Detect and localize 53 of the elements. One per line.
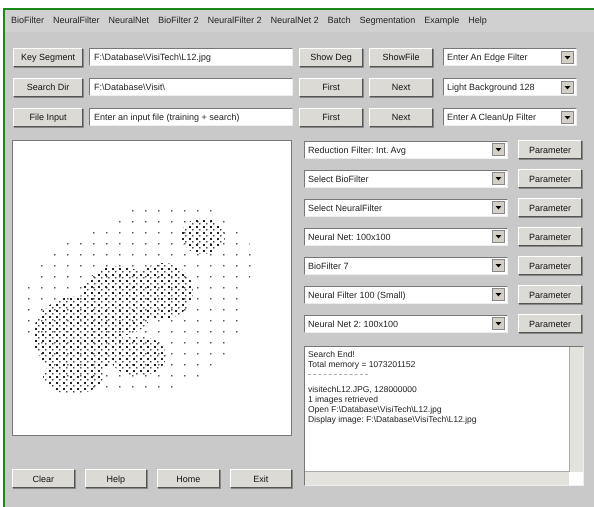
button[interactable]: Show Deg bbox=[299, 48, 363, 66]
dropdown[interactable]: Neural Filter 100 (Small) bbox=[304, 286, 508, 304]
dropdown[interactable]: Select NeuralFilter bbox=[304, 198, 508, 216]
dropdown[interactable]: Light Background 128 bbox=[443, 78, 577, 96]
menu-item[interactable]: NeuralNet 2 bbox=[270, 15, 319, 27]
menu-item[interactable]: Batch bbox=[328, 15, 351, 27]
button[interactable]: Parameter bbox=[518, 140, 582, 159]
button[interactable]: Key Segment bbox=[13, 48, 83, 66]
log-line: Display image: F:\Database\VisiTech\L12.jpg bbox=[308, 414, 478, 424]
menu-item[interactable]: Segmentation bbox=[360, 15, 416, 27]
vertical-scrollbar[interactable] bbox=[569, 347, 583, 472]
button[interactable]: Parameter bbox=[518, 198, 582, 217]
log-line: Search End! bbox=[308, 349, 356, 359]
button[interactable]: Parameter bbox=[518, 227, 582, 246]
button[interactable]: Exit bbox=[230, 469, 292, 488]
button[interactable]: Parameter bbox=[518, 314, 582, 333]
horizontal-scrollbar[interactable] bbox=[305, 471, 569, 485]
log-line: 1 images retrieved bbox=[308, 394, 379, 404]
dropdown[interactable]: Enter A CleanUp Filter bbox=[443, 108, 577, 126]
dropdown[interactable]: Reduction Filter: Int. Avg bbox=[304, 140, 508, 158]
separator-line bbox=[308, 374, 368, 375]
menu-item[interactable]: NeuralFilter 2 bbox=[208, 15, 262, 27]
button[interactable]: Parameter bbox=[518, 285, 582, 304]
menu-item[interactable]: BioFilter 2 bbox=[158, 15, 199, 27]
dropdown[interactable]: Enter An Edge Filter bbox=[443, 48, 577, 66]
button[interactable]: Search Dir bbox=[13, 78, 83, 96]
menu-item[interactable]: BioFilter bbox=[11, 15, 44, 27]
button[interactable]: First bbox=[299, 108, 363, 126]
button[interactable]: ShowFile bbox=[369, 48, 433, 66]
menu-item[interactable]: NeuralFilter bbox=[53, 15, 100, 27]
dropdown[interactable]: Neural Net 2: 100x100 bbox=[304, 314, 508, 332]
input-field[interactable]: F:\Database\VisiTech\L12.jpg bbox=[89, 48, 293, 66]
log-line: visitechL12.JPG, 128000000 bbox=[308, 384, 418, 394]
button[interactable]: Next bbox=[369, 108, 433, 126]
dropdown[interactable]: Select BioFilter bbox=[304, 170, 508, 188]
button[interactable]: Help bbox=[84, 469, 147, 488]
button[interactable]: Parameter bbox=[518, 256, 582, 275]
button[interactable]: Parameter bbox=[518, 169, 582, 188]
button[interactable]: Home bbox=[157, 469, 220, 488]
menu-item[interactable]: Help bbox=[468, 15, 487, 27]
input-field[interactable]: Enter an input file (training + search) bbox=[89, 108, 293, 126]
button[interactable]: File Input bbox=[13, 108, 83, 126]
button[interactable]: Next bbox=[369, 78, 433, 96]
dropdown[interactable]: Neural Net: 100x100 bbox=[304, 228, 508, 246]
button[interactable]: Clear bbox=[12, 469, 74, 488]
dropdown[interactable]: BioFilter 7 bbox=[304, 256, 508, 274]
input-field[interactable]: F:\Database\Visit\ bbox=[89, 78, 293, 96]
log-line: Open F:\Database\VisiTech\L12.jpg bbox=[308, 404, 443, 414]
menu-item[interactable]: Example bbox=[424, 15, 460, 27]
log-line: Total memory = 1073201152 bbox=[308, 359, 416, 369]
menu-item[interactable]: NeuralNet bbox=[108, 15, 150, 27]
log-textarea[interactable]: Search End! Total memory = 1073201152 visitechL12.JPG, 128000000 1 images retrieved Open F:\Database\VisiTech\L12.jpg Display image: F:\Database\VisiTech\L12.jpg bbox=[304, 346, 584, 486]
button[interactable]: First bbox=[299, 78, 363, 96]
